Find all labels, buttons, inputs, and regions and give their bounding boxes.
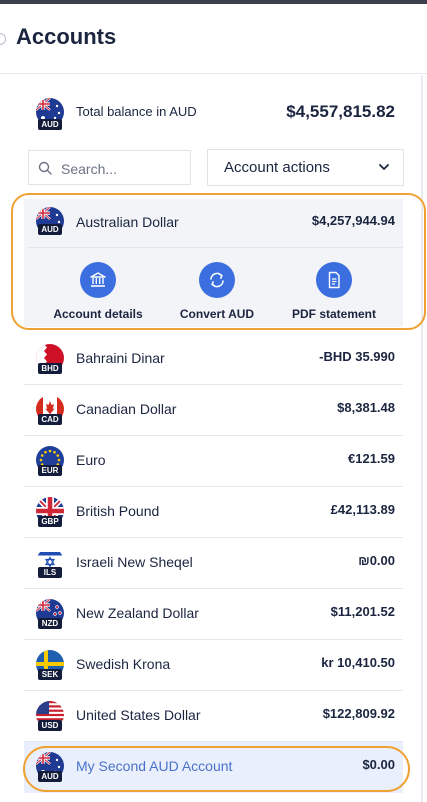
account-row-sek[interactable]: SEK Swedish Krona kr 10,410.50 — [24, 640, 403, 691]
account-name: New Zealand Dollar — [76, 605, 199, 621]
currency-code-badge: GBP — [38, 516, 62, 527]
account-name: United States Dollar — [76, 707, 201, 723]
account-actions-dropdown[interactable]: Account actions — [207, 149, 404, 186]
selected-account-card[interactable]: AUD Australian Dollar $4,257,944.94 Acco… — [24, 199, 403, 327]
pdf-statement-button[interactable]: PDF statement — [274, 262, 394, 322]
account-actions-label: Account actions — [224, 159, 330, 176]
currency-code-badge: AUD — [38, 119, 62, 130]
total-balance-value: $4,557,815.82 — [286, 102, 395, 121]
account-balance: $4,257,944.94 — [311, 213, 395, 228]
account-row-bhd[interactable]: BHD Bahraini Dinar -BHD 35.990 — [24, 334, 403, 385]
chevron-down-icon — [379, 164, 389, 170]
account-row-gbp[interactable]: GBP British Pound £42,113.89 — [24, 487, 403, 538]
search-icon — [38, 161, 52, 175]
account-row-cad[interactable]: CAD Canadian Dollar $8,381.48 — [24, 385, 403, 436]
search-input[interactable] — [59, 157, 188, 181]
account-name: Bahraini Dinar — [76, 350, 165, 366]
total-balance: AUD Total balance in AUD $4,557,815.82 — [24, 92, 403, 136]
currency-code-badge: CAD — [38, 414, 62, 425]
account-balance: €121.59 — [348, 451, 395, 466]
account-name: Canadian Dollar — [76, 401, 177, 417]
account-balance: kr 10,410.50 — [321, 655, 395, 670]
currency-code-badge: BHD — [38, 363, 62, 374]
account-balance: $8,381.48 — [337, 400, 395, 415]
account-row-usd[interactable]: USD United States Dollar $122,809.92 — [24, 691, 403, 742]
account-balance: $122,809.92 — [322, 706, 395, 721]
account-name: Euro — [76, 452, 106, 468]
search-box[interactable] — [28, 150, 191, 185]
account-balance: $0.00 — [362, 757, 395, 772]
total-balance-label: Total balance in AUD — [76, 104, 197, 119]
account-name: British Pound — [76, 503, 160, 519]
document-icon — [316, 262, 352, 298]
account-row-nzd[interactable]: NZD New Zealand Dollar $11,201.52 — [24, 589, 403, 640]
quick-action-label: PDF statement — [291, 307, 377, 321]
account-row-ils[interactable]: ILS Israeli New Sheqel ₪0.00 — [24, 538, 403, 589]
currency-code-badge: USD — [38, 720, 62, 731]
quick-action-label: Account details — [53, 307, 143, 321]
account-balance: £42,113.89 — [330, 502, 395, 517]
page-header: Accounts — [0, 4, 427, 74]
back-indicator[interactable] — [0, 33, 6, 45]
currency-code-badge: NZD — [38, 618, 62, 629]
convert-aud-button[interactable]: Convert AUD — [157, 262, 277, 322]
currency-code-badge: ILS — [38, 567, 62, 578]
account-balance: $11,201.52 — [330, 604, 395, 619]
convert-icon — [199, 262, 235, 298]
currency-code-badge: EUR — [38, 465, 62, 476]
account-balance: ₪0.00 — [358, 553, 395, 568]
account-row-second-aud[interactable]: AUD My Second AUD Account $0.00 — [24, 742, 403, 793]
currency-code-badge: SEK — [38, 669, 62, 680]
panel-divider — [421, 75, 423, 802]
page-title: Accounts — [16, 24, 117, 49]
account-row-eur[interactable]: EUR Euro €121.59 — [24, 436, 403, 487]
quick-action-label: Convert AUD — [179, 307, 255, 321]
currency-code-badge: AUD — [38, 771, 62, 782]
account-name: My Second AUD Account — [76, 758, 233, 774]
account-balance: -BHD 35.990 — [319, 349, 395, 364]
account-name: Australian Dollar — [76, 214, 179, 230]
account-name: Swedish Krona — [76, 656, 171, 672]
card-divider — [28, 247, 403, 248]
account-details-button[interactable]: Account details — [38, 262, 158, 322]
account-name: Israeli New Sheqel — [76, 554, 193, 570]
currency-code-badge: AUD — [38, 224, 62, 235]
bank-icon — [80, 262, 116, 298]
